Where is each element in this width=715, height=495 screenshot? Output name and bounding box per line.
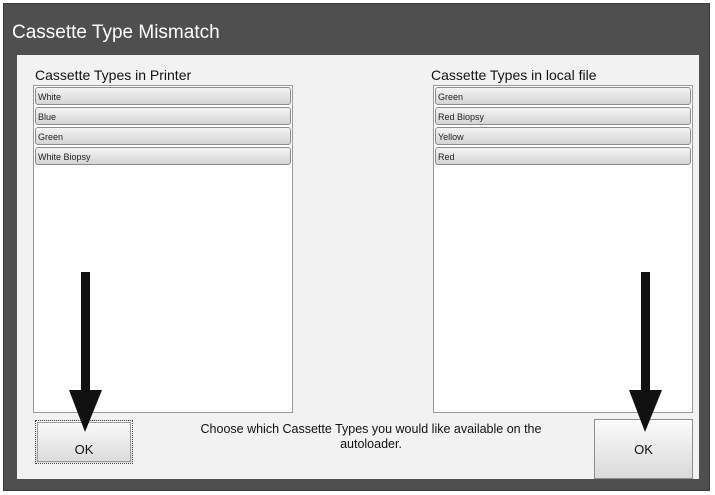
- list-item[interactable]: Red: [435, 147, 691, 165]
- printer-list-label: Cassette Types in Printer: [35, 67, 192, 83]
- down-arrow-icon: [69, 272, 102, 432]
- dialog-content: Cassette Types in Printer White Blue Gre…: [17, 55, 699, 479]
- list-item[interactable]: Green: [35, 127, 291, 145]
- list-item[interactable]: Green: [435, 87, 691, 105]
- dialog-title: Cassette Type Mismatch: [12, 22, 220, 43]
- local-list-label: Cassette Types in local file: [431, 67, 597, 83]
- down-arrow-icon: [629, 272, 662, 432]
- list-item[interactable]: Red Biopsy: [435, 107, 691, 125]
- list-item[interactable]: Yellow: [435, 127, 691, 145]
- list-item[interactable]: White: [35, 87, 291, 105]
- instruction-message: Choose which Cassette Types you would li…: [200, 422, 542, 451]
- list-item[interactable]: White Biopsy: [35, 147, 291, 165]
- list-item[interactable]: Blue: [35, 107, 291, 125]
- dialog-window: Cassette Type Mismatch Cassette Types in…: [3, 3, 710, 491]
